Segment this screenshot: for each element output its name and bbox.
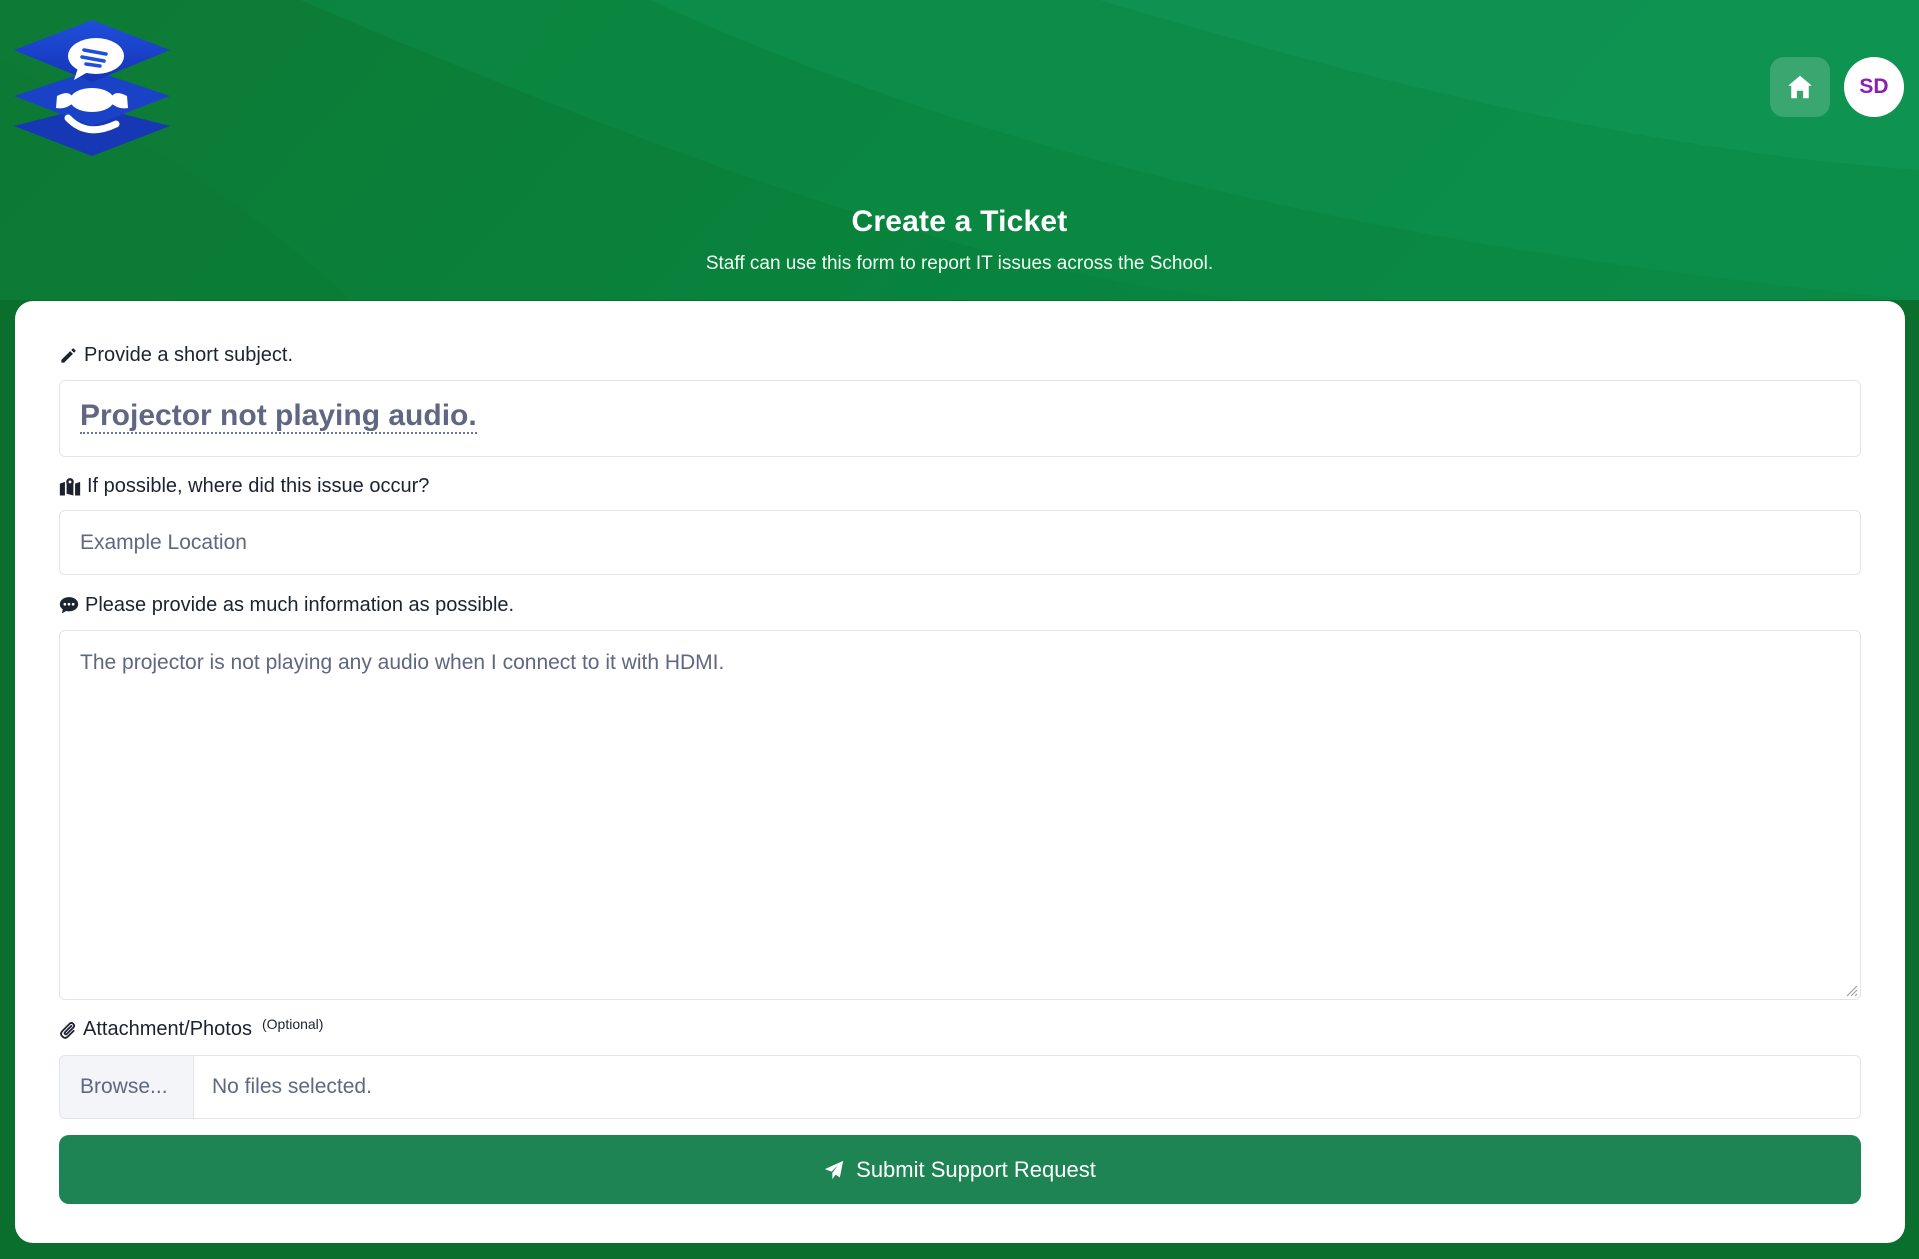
page-header: Create a Ticket Staff can use this form … (0, 205, 1919, 275)
subject-label: Provide a short subject. (59, 344, 293, 367)
optional-tag: (Optional) (261, 1015, 324, 1032)
resize-grip-icon[interactable] (1844, 983, 1858, 997)
map-icon (59, 477, 81, 495)
location-label-text: If possible, where did this issue occur? (87, 475, 430, 497)
page-subtitle: Staff can use this form to report IT iss… (705, 253, 1214, 274)
description-label-text: Please provide as much information as po… (85, 594, 515, 616)
subject-value: Projector not playing audio. (80, 399, 477, 434)
pencil-icon (61, 348, 76, 363)
attachment-label-text: Attachment/Photos (83, 1018, 252, 1040)
description-value: The projector is not playing any audio w… (80, 651, 725, 674)
comment-icon (59, 597, 79, 614)
description-textarea[interactable]: The projector is not playing any audio w… (59, 630, 1861, 1000)
description-label: Please provide as much information as po… (59, 594, 514, 617)
top-nav: SD (1770, 57, 1904, 117)
home-icon (1788, 75, 1812, 99)
location-input[interactable]: Example Location (59, 510, 1861, 575)
location-label: If possible, where did this issue occur? (59, 475, 429, 498)
home-button[interactable] (1770, 57, 1830, 117)
paperclip-icon (60, 1021, 76, 1039)
subject-input[interactable]: Projector not playing audio. (59, 380, 1861, 457)
location-placeholder: Example Location (80, 531, 247, 554)
attachment-label: Attachment/Photos (Optional) (59, 1015, 324, 1041)
file-status: No files selected. (212, 1075, 372, 1098)
paper-plane-icon (824, 1160, 844, 1179)
submit-label: Submit Support Request (856, 1156, 1096, 1182)
app-logo (14, 20, 170, 156)
subject-label-text: Provide a short subject. (84, 344, 293, 366)
browse-button[interactable]: Browse... (60, 1056, 194, 1118)
page-title: Create a Ticket (851, 205, 1068, 238)
user-avatar[interactable]: SD (1844, 57, 1904, 117)
submit-button[interactable]: Submit Support Request (59, 1135, 1861, 1204)
ticket-form-card: Provide a short subject. Projector not p… (15, 301, 1905, 1243)
file-input[interactable]: Browse... No files selected. (59, 1055, 1861, 1119)
